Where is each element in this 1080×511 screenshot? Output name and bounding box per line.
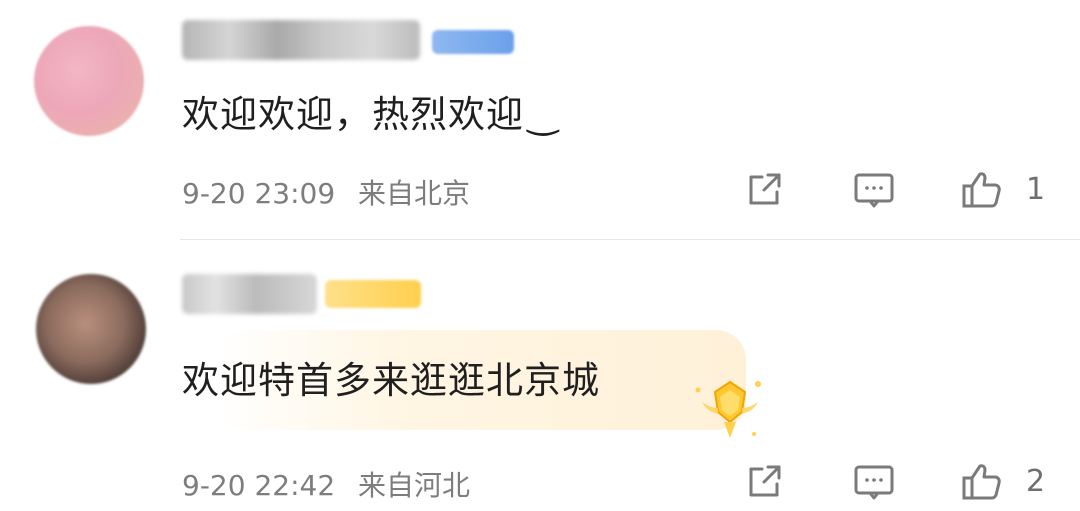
comment-item: 欢迎欢迎，热烈欢迎 ‿ 9-20 23:09 来自北京 1 — [0, 0, 1080, 240]
comment-location: 来自北京 — [358, 177, 471, 210]
share-icon[interactable] — [742, 168, 786, 212]
avatar[interactable] — [36, 274, 146, 384]
smile-emoji: ‿ — [528, 93, 559, 136]
thumbs-up-icon[interactable] — [960, 460, 1004, 504]
comment-text: 欢迎特首多来逛逛北京城 — [182, 359, 600, 402]
comment-icon[interactable] — [852, 168, 896, 212]
username-blurred[interactable] — [182, 20, 420, 60]
fan-badge — [432, 30, 514, 54]
thumbs-up-icon[interactable] — [960, 168, 1004, 212]
like-count: 1 — [1026, 172, 1046, 207]
comment-time: 9-20 23:09 — [182, 177, 336, 210]
comment-text: 欢迎欢迎，热烈欢迎 ‿ — [182, 93, 559, 136]
share-icon[interactable] — [742, 460, 786, 504]
username-blurred[interactable] — [182, 274, 317, 314]
medal-badge-icon — [695, 380, 761, 438]
vip-badge — [325, 280, 421, 308]
avatar[interactable] — [34, 26, 144, 136]
comment-meta: 9-20 23:09 来自北京 — [182, 172, 470, 212]
comment-icon[interactable] — [852, 460, 896, 504]
comment-location: 来自河北 — [358, 469, 471, 502]
comment-item: 欢迎特首多来逛逛北京城 9-20 22:42 来自河北 2 — [0, 240, 1080, 511]
comment-time: 9-20 22:42 — [182, 469, 336, 502]
comment-meta: 9-20 22:42 来自河北 — [182, 464, 470, 504]
like-count: 2 — [1026, 464, 1046, 499]
